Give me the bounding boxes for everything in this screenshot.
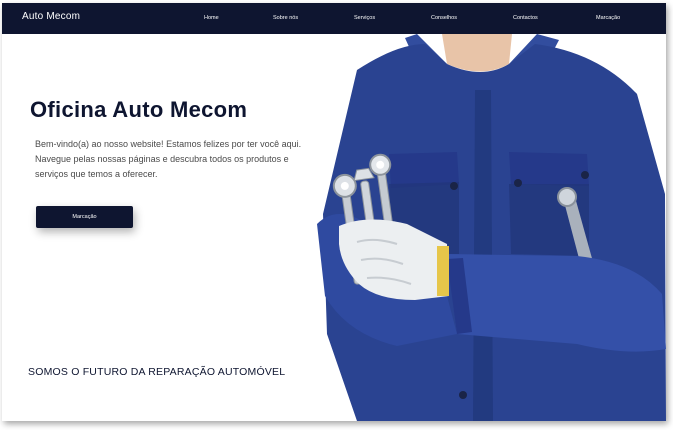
nav-link-sobre-nos[interactable]: Sobre nós xyxy=(273,15,298,21)
tagline: SOMOS O FUTURO DA REPARAÇÃO AUTOMÓVEL xyxy=(28,366,286,378)
brand-logo[interactable]: Auto Mecom xyxy=(22,11,80,22)
page-frame: Auto Mecom Home Sobre nós Serviços Conse… xyxy=(2,3,666,421)
marcacao-button[interactable]: Marcação xyxy=(36,206,133,228)
nav-link-marcacao[interactable]: Marcação xyxy=(596,15,620,21)
top-navbar: Auto Mecom Home Sobre nós Serviços Conse… xyxy=(2,3,666,34)
hero-description: Bem-vindo(a) ao nosso website! Estamos f… xyxy=(35,139,302,179)
nav-link-contactos[interactable]: Contactos xyxy=(513,15,538,21)
nav-link-servicos[interactable]: Serviços xyxy=(354,15,375,21)
hero-title: Oficina Auto Mecom xyxy=(30,97,248,122)
nav-link-conselhos[interactable]: Conselhos xyxy=(431,15,457,21)
mechanic-hero-image xyxy=(317,34,666,421)
nav-link-home[interactable]: Home xyxy=(204,15,219,21)
